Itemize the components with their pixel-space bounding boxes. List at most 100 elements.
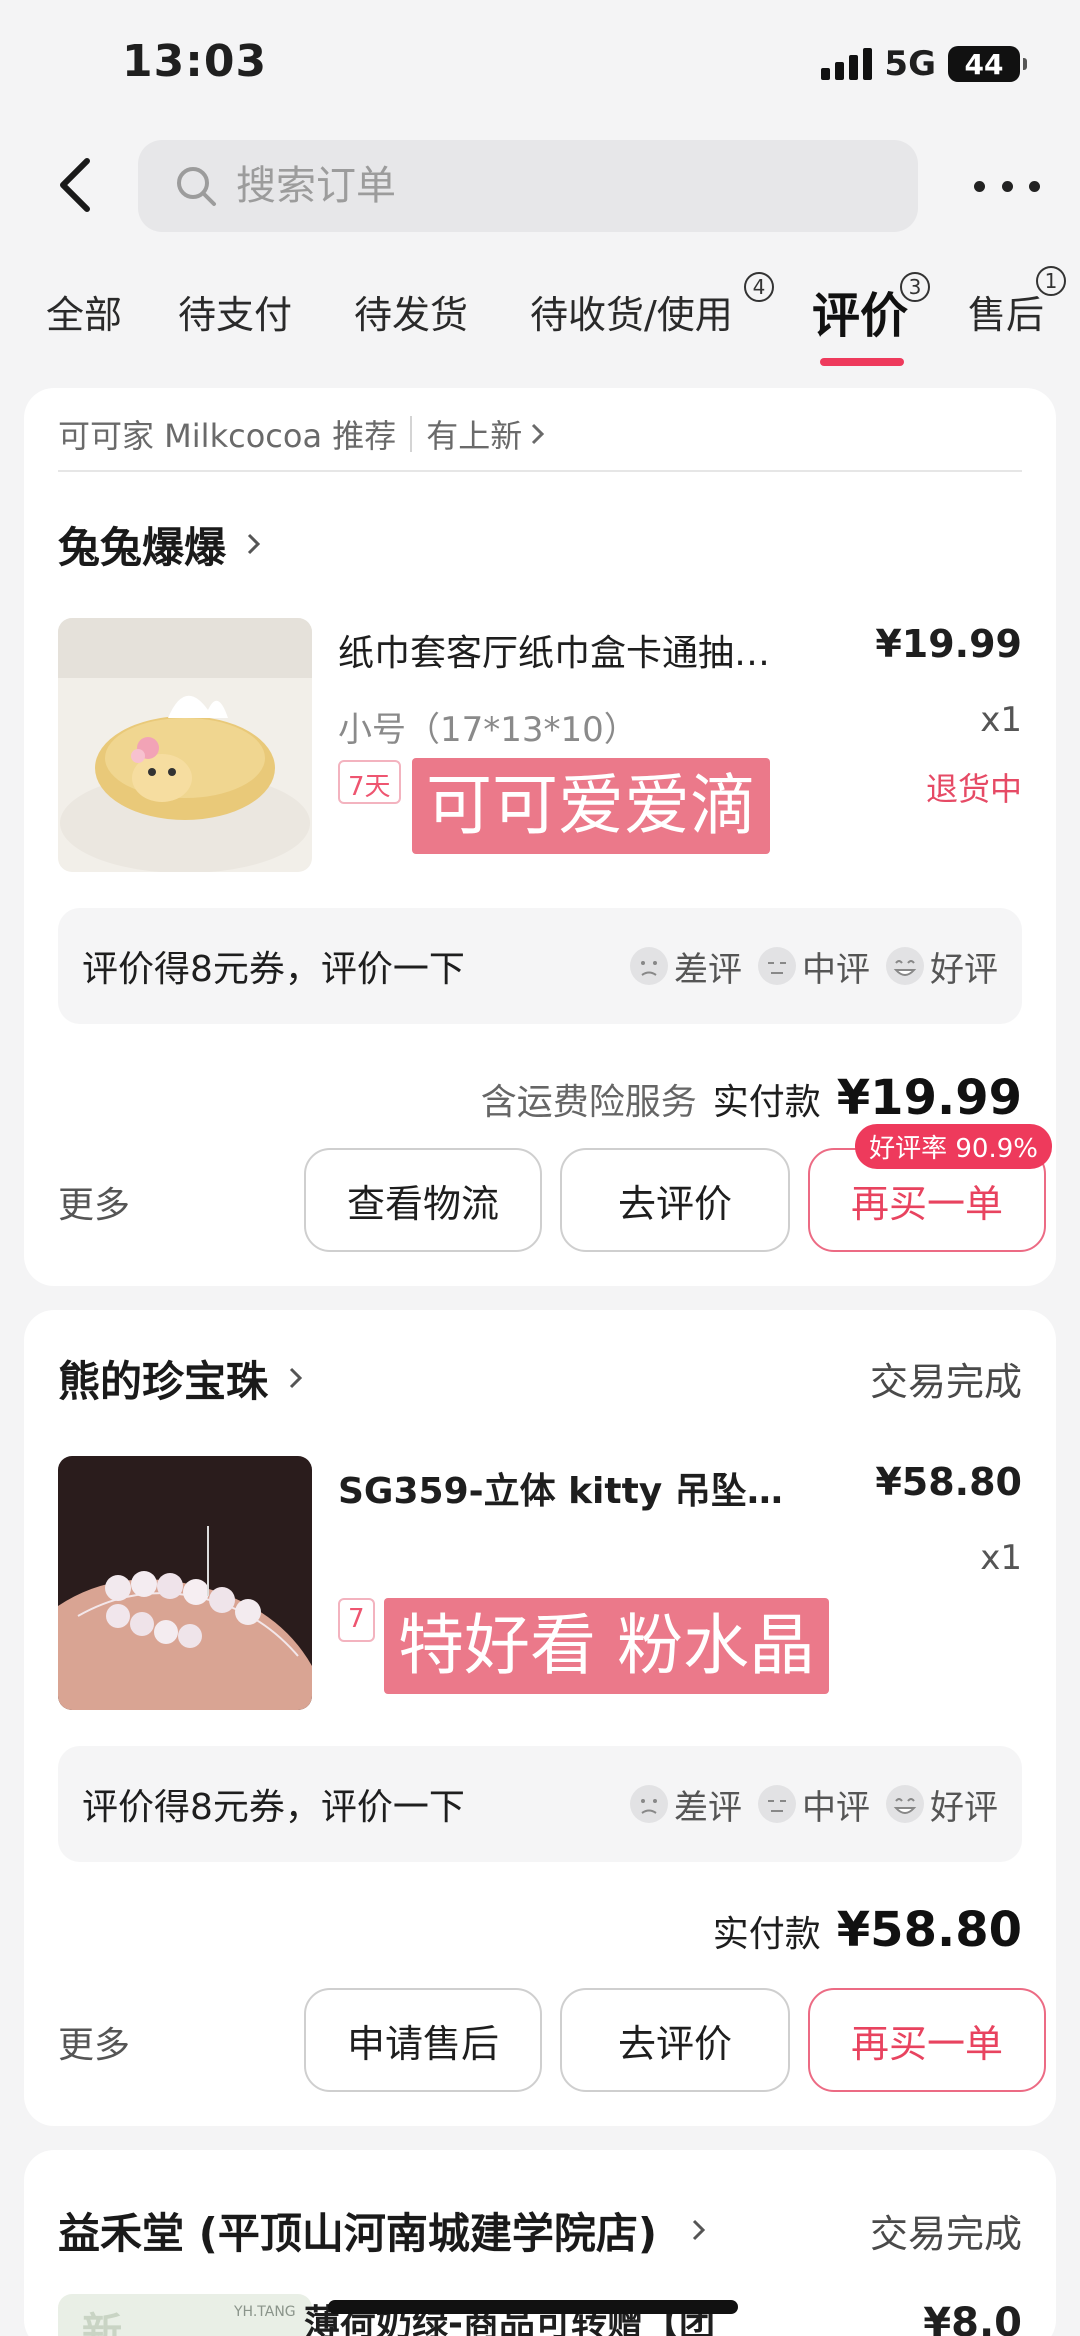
- product-quantity: x1: [980, 1538, 1022, 1578]
- neutral-review-option[interactable]: 中评: [756, 1780, 870, 1829]
- happy-face-icon: [886, 947, 924, 985]
- divider: [410, 416, 413, 452]
- chevron-right-icon: [247, 533, 261, 555]
- more-button[interactable]: 更多: [58, 1176, 130, 1228]
- request-after-sales-button[interactable]: 申请售后: [304, 1988, 542, 2092]
- sad-face-icon: [630, 1785, 668, 1823]
- product-title: SG359-立体 kitty 吊坠粉水晶手链: [338, 1471, 798, 1512]
- order-actions: 更多 申请售后 去评价 再买一单: [58, 1988, 1046, 2092]
- product-item[interactable]: 纸巾套客厅纸巾盒卡通抽纸套可爱毛绒布艺 小号（17*13*10） 7天 ¥19.…: [58, 618, 1022, 874]
- network-type: 5G: [884, 44, 936, 84]
- neutral-face-icon: [758, 947, 796, 985]
- battery-icon: 44: [948, 46, 1027, 82]
- order-tabs: 全部 待支付 待发货 待收货/使用 4 评价 3 售后 1: [0, 262, 1080, 372]
- buy-again-button[interactable]: 再买一单 好评率 90.9%: [808, 1124, 1052, 1252]
- product-spec: 小号（17*13*10）: [338, 710, 638, 750]
- neutral-review-label: 中评: [802, 1787, 870, 1828]
- shipping-insurance-note: 含运费险服务: [480, 1082, 697, 1123]
- shop-name: 兔兔爆爆: [58, 522, 227, 572]
- shop-name: 熊的珍宝珠: [58, 1356, 269, 1406]
- paid-label: 实付款: [712, 1914, 821, 1955]
- tab-pending-receipt[interactable]: 待收货/使用: [530, 284, 733, 339]
- product-price: ¥8.0: [923, 2300, 1022, 2336]
- paid-amount: ¥19.99: [836, 1070, 1022, 1126]
- payment-summary: 含运费险服务 实付款 ¥19.99: [481, 1070, 1022, 1126]
- bad-review-option[interactable]: 差评: [628, 942, 742, 991]
- tab-review[interactable]: 评价: [812, 276, 908, 346]
- return-status: 退货中: [925, 770, 1022, 808]
- tab-badge-review: 3: [900, 272, 930, 302]
- shop-header[interactable]: 兔兔爆爆: [58, 514, 1022, 574]
- view-logistics-button[interactable]: 查看物流: [304, 1148, 542, 1252]
- product-price: ¥58.80: [875, 1460, 1022, 1504]
- paid-amount: ¥58.80: [836, 1902, 1022, 1958]
- dot-icon: [1001, 180, 1013, 192]
- paid-label: 实付款: [712, 1082, 821, 1123]
- good-review-option[interactable]: 好评: [884, 942, 998, 991]
- neutral-face-icon: [758, 1785, 796, 1823]
- write-review-button[interactable]: 去评价: [560, 1148, 790, 1252]
- review-prompt: 评价得8元券，评价一下: [82, 1787, 465, 1828]
- payment-summary: 实付款 ¥58.80: [713, 1902, 1022, 1958]
- tab-all[interactable]: 全部: [46, 284, 122, 339]
- bad-review-label: 差评: [674, 1787, 742, 1828]
- product-image-brand: YH.TANG: [234, 2304, 296, 2320]
- tab-after-sales[interactable]: 售后: [968, 284, 1044, 339]
- back-arrow-icon: [60, 158, 90, 212]
- review-prompt: 评价得8元券，评价一下: [82, 949, 465, 990]
- product-image-badge: 新: [82, 2310, 122, 2336]
- product-image: [58, 1456, 312, 1710]
- status-icons: 5G 44: [821, 44, 1027, 84]
- more-options-button[interactable]: [974, 166, 1040, 206]
- search-box[interactable]: [138, 140, 918, 232]
- chevron-right-icon: [532, 423, 545, 445]
- tab-badge-after-sales: 1: [1036, 266, 1066, 296]
- neutral-review-option[interactable]: 中评: [756, 942, 870, 991]
- product-image: 新 YH.TANG: [58, 2294, 312, 2336]
- positive-rate-badge: 好评率 90.9%: [855, 1124, 1052, 1169]
- shop-header[interactable]: 益禾堂 (平顶山河南城建学院店) 交易完成: [58, 2200, 1022, 2260]
- search-icon: [177, 167, 216, 206]
- recommend-store-name: 可可家 Milkcocoa 推荐: [58, 417, 397, 455]
- status-bar: 13:03 5G 44: [0, 0, 1080, 130]
- bad-review-label: 差评: [674, 949, 742, 990]
- overlay-caption: 特好看 粉水晶: [384, 1598, 829, 1694]
- buy-again-button[interactable]: 再买一单: [808, 1988, 1046, 2092]
- status-time: 13:03: [122, 36, 268, 87]
- search-header: [0, 130, 1080, 240]
- new-arrival-link[interactable]: 有上新: [426, 411, 522, 457]
- order-status: 交易完成: [869, 2211, 1022, 2256]
- back-button[interactable]: [44, 152, 104, 218]
- neutral-review-label: 中评: [802, 949, 870, 990]
- chevron-right-icon: [692, 2219, 706, 2241]
- product-item[interactable]: SG359-立体 kitty 吊坠粉水晶手链 7 ¥58.80 x1 特好看 粉…: [58, 1456, 1022, 1712]
- bad-review-option[interactable]: 差评: [628, 1780, 742, 1829]
- product-title: 纸巾套客厅纸巾盒卡通抽纸套可爱毛绒布艺: [338, 633, 798, 674]
- order-actions: 更多 查看物流 去评价 再买一单 好评率 90.9%: [58, 1124, 1052, 1252]
- tab-pending-payment[interactable]: 待支付: [178, 284, 292, 339]
- good-review-option[interactable]: 好评: [884, 1780, 998, 1829]
- good-review-label: 好评: [930, 1787, 998, 1828]
- product-tag: 7天: [338, 760, 401, 804]
- more-button[interactable]: 更多: [58, 2016, 130, 2068]
- order-card: 可可家 Milkcocoa 推荐 有上新 兔兔爆爆 纸巾套客厅纸巾盒卡通抽纸 小…: [24, 388, 1056, 1286]
- tab-pending-shipment[interactable]: 待发货: [354, 284, 468, 339]
- order-status: 交易完成: [869, 1359, 1022, 1404]
- product-price: ¥19.99: [875, 622, 1022, 666]
- shop-header[interactable]: 熊的珍宝珠 交易完成: [58, 1348, 1022, 1408]
- active-tab-indicator: [820, 358, 904, 366]
- tab-label: 待收货/使用: [530, 293, 733, 337]
- review-prompt-bar: 评价得8元券，评价一下 差评 中评 好评: [58, 908, 1022, 1024]
- order-card: 熊的珍宝珠 交易完成 SG359-立体 kitty 吊坠粉水晶手链 7 ¥58.…: [24, 1310, 1056, 2126]
- review-prompt-bar: 评价得8元券，评价一下 差评 中评 好评: [58, 1746, 1022, 1862]
- dot-icon: [974, 180, 985, 192]
- happy-face-icon: [886, 1785, 924, 1823]
- good-review-label: 好评: [930, 949, 998, 990]
- home-indicator: [328, 2300, 738, 2314]
- search-input[interactable]: [236, 163, 796, 209]
- signal-icon: [821, 48, 873, 80]
- shop-name: 益禾堂 (平顶山河南城建学院店): [58, 2208, 658, 2258]
- write-review-button[interactable]: 去评价: [560, 1988, 790, 2092]
- sad-face-icon: [630, 947, 668, 985]
- store-recommendation[interactable]: 可可家 Milkcocoa 推荐 有上新: [58, 412, 1022, 472]
